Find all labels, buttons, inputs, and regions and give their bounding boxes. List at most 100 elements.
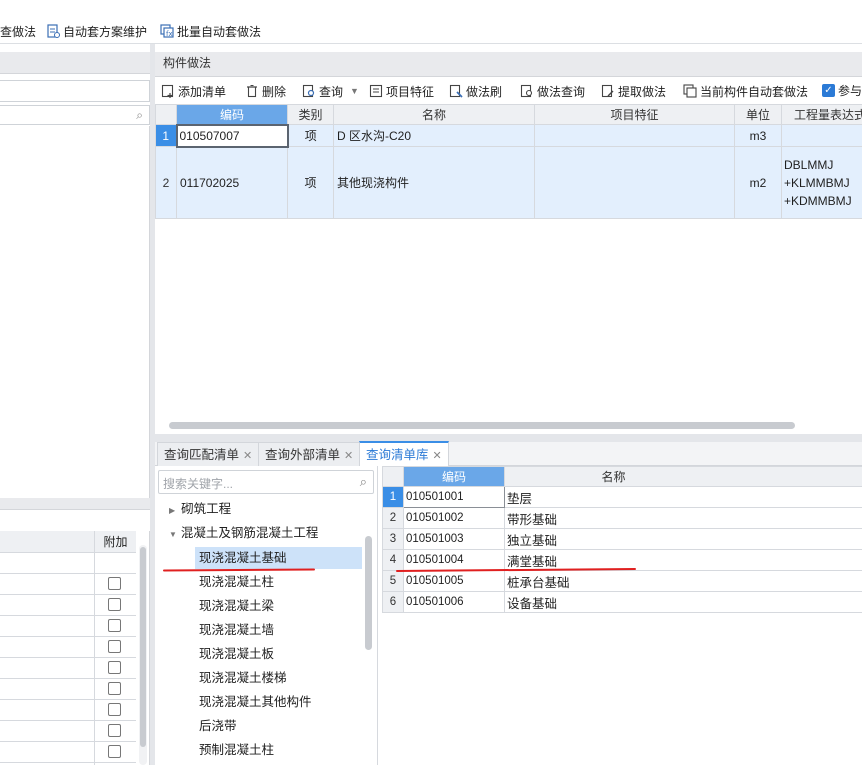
- tree-item-concrete[interactable]: ▼ 混凝土及钢筋混凝土工程: [169, 522, 318, 544]
- cell-feature[interactable]: [534, 146, 735, 219]
- horizontal-splitter[interactable]: [155, 434, 862, 442]
- tree-item-cast-beam[interactable]: 现浇混凝土梁: [199, 595, 274, 617]
- tree-item-precast-column[interactable]: 预制混凝土柱: [199, 739, 274, 761]
- caret-right-icon[interactable]: ▶: [169, 506, 175, 515]
- cell-type[interactable]: 项: [287, 124, 334, 147]
- header-feature[interactable]: 项目特征: [534, 104, 735, 125]
- cell-unit[interactable]: m2: [734, 146, 782, 219]
- cell-name[interactable]: 设备基础: [504, 591, 862, 613]
- table-row[interactable]: 3 010501003 独立基础: [382, 528, 862, 550]
- tree-item-cast-wall[interactable]: 现浇混凝土墙: [199, 619, 274, 641]
- extra-checkbox[interactable]: [108, 598, 121, 611]
- trash-icon: [245, 84, 259, 98]
- cell-code[interactable]: 010501006: [403, 591, 505, 613]
- table-row[interactable]: 1 010501001 垫层: [382, 486, 862, 508]
- left-panel-input[interactable]: [0, 80, 150, 102]
- cell-name[interactable]: 带形基础: [504, 507, 862, 529]
- header-code[interactable]: 编码: [176, 104, 288, 125]
- header-expr[interactable]: 工程量表达式: [781, 104, 862, 125]
- close-icon[interactable]: ✕: [243, 450, 252, 462]
- header-name[interactable]: 名称: [333, 104, 535, 125]
- tab-list-library[interactable]: 查询清单库 ✕: [359, 441, 449, 466]
- extra-checkbox[interactable]: [108, 724, 121, 737]
- cell-code[interactable]: 010501005: [403, 570, 505, 592]
- item-feature-button[interactable]: 项目特征: [369, 81, 434, 101]
- extra-checkbox[interactable]: [108, 619, 121, 632]
- add-list-button[interactable]: 添加清单: [161, 81, 226, 101]
- auto-scheme-button[interactable]: 自动套方案维护: [46, 21, 147, 41]
- query-dropdown-button[interactable]: 查询 ▼: [302, 81, 359, 101]
- extract-icon: [601, 84, 615, 98]
- table-row[interactable]: 5 010501005 桩承台基础: [382, 570, 862, 592]
- cell-code[interactable]: 011702025: [176, 146, 288, 219]
- extra-checkbox[interactable]: [108, 682, 121, 695]
- tab-external-list[interactable]: 查询外部清单 ✕: [258, 442, 361, 466]
- method-brush-button[interactable]: 做法刷: [449, 81, 502, 101]
- caret-down-icon[interactable]: ▼: [169, 530, 177, 539]
- table-row[interactable]: 2 010501002 带形基础: [382, 507, 862, 529]
- extra-checkbox[interactable]: [108, 577, 121, 590]
- tree-label: 后浇带: [199, 719, 237, 733]
- cell-name[interactable]: 满堂基础: [504, 549, 862, 571]
- tree-item-cast-slab[interactable]: 现浇混凝土板: [199, 643, 274, 665]
- header-corner: [382, 466, 404, 487]
- cell-name[interactable]: D 区水沟-C20: [333, 124, 535, 147]
- cell-code[interactable]: 010507007: [175, 123, 289, 148]
- left-lower-scrollbar[interactable]: [139, 545, 147, 765]
- cell-code[interactable]: 010501002: [403, 507, 505, 529]
- auto-scheme-label: 自动套方案维护: [63, 24, 148, 39]
- header-unit[interactable]: 单位: [734, 104, 782, 125]
- header-type[interactable]: 类别: [287, 104, 334, 125]
- cell-type[interactable]: 项: [287, 146, 334, 219]
- cell-name[interactable]: 桩承台基础: [504, 570, 862, 592]
- batch-auto-button[interactable]: fx 批量自动套做法: [160, 21, 261, 41]
- tree-item-cast-foundation[interactable]: 现浇混凝土基础: [195, 547, 362, 569]
- row-number: 1: [382, 486, 404, 508]
- cell-name[interactable]: 独立基础: [504, 528, 862, 550]
- cell-feature[interactable]: [534, 124, 735, 147]
- tree-item-cast-stair[interactable]: 现浇混凝土楼梯: [199, 667, 287, 689]
- extra-checkbox[interactable]: [108, 703, 121, 716]
- cell-code[interactable]: 010501001: [403, 486, 505, 508]
- header-name[interactable]: 名称: [504, 466, 862, 487]
- tree-item-masonry[interactable]: ▶ 砌筑工程: [169, 498, 231, 520]
- cell-name[interactable]: 垫层: [504, 486, 862, 508]
- tree-search-input[interactable]: 搜索关键字... ⌕: [158, 470, 374, 494]
- participate-toggle[interactable]: ✓ 参与: [822, 80, 862, 100]
- table-row[interactable]: 1 010507007 项 D 区水沟-C20 m3: [155, 123, 862, 148]
- close-icon[interactable]: ✕: [344, 450, 353, 462]
- close-icon[interactable]: ✕: [433, 450, 442, 462]
- checkbox-checked-icon[interactable]: ✓: [822, 83, 835, 97]
- cell-code[interactable]: 010501003: [403, 528, 505, 550]
- table-row[interactable]: 6 010501006 设备基础: [382, 591, 862, 613]
- cell-expr[interactable]: [781, 124, 862, 147]
- tab-match-list[interactable]: 查询匹配清单 ✕: [157, 442, 260, 466]
- tree-label: 现浇混凝土墙: [199, 623, 275, 637]
- extra-checkbox[interactable]: [108, 661, 121, 674]
- cell-unit[interactable]: m3: [734, 124, 782, 147]
- tree-item-cast-other[interactable]: 现浇混凝土其他构件: [199, 691, 312, 713]
- delete-button[interactable]: 删除: [245, 81, 286, 101]
- method-query-button[interactable]: 做法查询: [520, 81, 585, 101]
- table-row[interactable]: 2 011702025 项 其他现浇构件 m2 DBLMMJ +KLMMBMJ …: [155, 146, 862, 219]
- tree-scrollbar[interactable]: [365, 536, 372, 650]
- tree-label: 现浇混凝土柱: [199, 575, 275, 589]
- extra-checkbox[interactable]: [108, 640, 121, 653]
- extra-checkbox[interactable]: [108, 745, 121, 758]
- current-auto-button[interactable]: 当前构件自动套做法: [683, 81, 808, 101]
- tree-item-cast-column[interactable]: 现浇混凝土柱: [199, 571, 274, 593]
- cell-code[interactable]: 010501004: [403, 549, 505, 571]
- header-code[interactable]: 编码: [403, 466, 505, 487]
- component-panel-title: 构件做法: [155, 52, 862, 77]
- query-icon: [302, 84, 316, 98]
- query-method-button[interactable]: 查做法: [0, 21, 36, 41]
- cell-name[interactable]: 其他现浇构件: [333, 146, 535, 219]
- tree-item-post-pour[interactable]: 后浇带: [199, 715, 237, 737]
- component-h-scrollbar[interactable]: [169, 422, 795, 429]
- left-search-box[interactable]: ⌕: [0, 105, 150, 125]
- tree-label: 现浇混凝土板: [199, 647, 275, 661]
- extract-method-button[interactable]: 提取做法: [601, 81, 666, 101]
- method-query-icon: [520, 84, 534, 98]
- top-toolbar: 查做法 自动套方案维护 fx 批量自动套做法: [0, 0, 862, 44]
- cell-expr[interactable]: DBLMMJ +KLMMBMJ +KDMMBMJ: [781, 146, 862, 219]
